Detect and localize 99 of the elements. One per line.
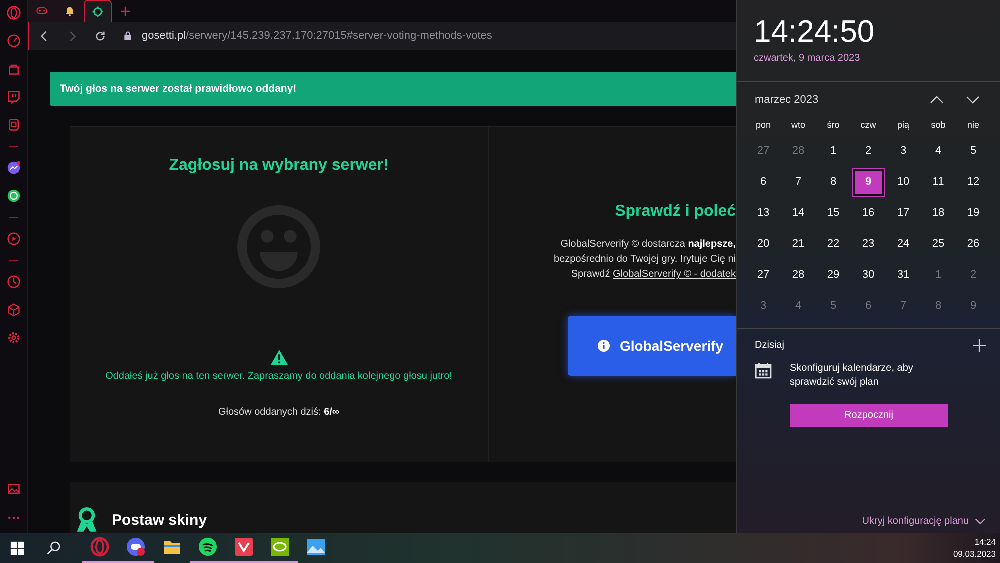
cube-icon[interactable] xyxy=(6,303,20,317)
success-alert: Twój głos na serwer został prawidłowo oddany! xyxy=(50,72,736,106)
shopping-bag-icon[interactable] xyxy=(6,62,20,76)
weekday-label: pią xyxy=(896,119,910,132)
calendar-day[interactable]: 11 xyxy=(921,167,956,198)
weekday-label: śro xyxy=(826,119,841,132)
promo-link[interactable]: GlobalServerify © - dodatek xyxy=(613,269,736,280)
chevron-down-icon[interactable] xyxy=(966,96,980,104)
opera-logo-icon[interactable] xyxy=(6,6,20,20)
clock-icon[interactable] xyxy=(6,275,20,289)
calendar-day[interactable]: 4 xyxy=(921,136,956,167)
calendar-day[interactable]: 18 xyxy=(921,198,956,229)
taskbar-clock[interactable]: 14:24 09.03.2023 xyxy=(953,536,1000,560)
calendar-day[interactable]: 7 xyxy=(781,167,816,198)
calendar-day[interactable]: 23 xyxy=(851,229,886,260)
gamepad-icon xyxy=(36,5,48,17)
calendar-day[interactable]: 31 xyxy=(886,260,921,291)
messenger-icon[interactable] xyxy=(6,161,20,175)
calendar-day[interactable]: 7 xyxy=(886,291,921,322)
lock-icon xyxy=(123,31,133,41)
calendar-icon xyxy=(755,362,772,379)
calendar-day[interactable]: 28 xyxy=(781,136,816,167)
browser-tab[interactable] xyxy=(84,0,112,22)
calendar-day[interactable]: 4 xyxy=(781,291,816,322)
calendar-day[interactable]: 8 xyxy=(816,167,851,198)
new-tab-icon[interactable] xyxy=(120,6,131,16)
chevron-down-icon[interactable] xyxy=(975,518,986,525)
chevron-up-icon[interactable] xyxy=(930,96,944,104)
browser-tab[interactable] xyxy=(56,0,84,22)
calendar-day[interactable]: 3 xyxy=(746,291,781,322)
start-button[interactable]: Rozpocznij xyxy=(790,404,948,427)
month-label: marzec 2023 xyxy=(755,94,820,106)
calendar-day[interactable]: 10 xyxy=(886,167,921,198)
calendar-day[interactable]: 5 xyxy=(956,136,991,167)
today-label: Dzisiaj xyxy=(755,340,784,351)
calendar-day[interactable]: 2 xyxy=(956,260,991,291)
vote-count-text: Głosów oddanych dziś: 6/∞ xyxy=(218,407,340,418)
calendar-day[interactable]: 16 xyxy=(851,198,886,229)
award-icon xyxy=(76,507,98,533)
weekday-label: sob xyxy=(930,119,947,132)
calendar-day[interactable]: 9 xyxy=(853,169,884,196)
calendar-day[interactable]: 21 xyxy=(781,229,816,260)
date-link[interactable]: czwartek, 9 marca 2023 xyxy=(754,53,1000,64)
info-icon xyxy=(598,340,610,352)
image-icon[interactable] xyxy=(6,482,20,496)
promo-paragraph: GlobalServerify © dostarcza najlepsze, bezpośrednio do Twojej gry. Irytuje Cię ni Sprawdź GlobalServerify © - dodatek xyxy=(554,238,736,282)
calendar-day[interactable]: 28 xyxy=(781,260,816,291)
calendar-day[interactable]: 3 xyxy=(886,136,921,167)
windows-start-icon[interactable] xyxy=(10,540,25,556)
calendar-day[interactable]: 6 xyxy=(746,167,781,198)
reload-icon[interactable] xyxy=(95,30,106,42)
calendar-day[interactable]: 29 xyxy=(816,260,851,291)
calendar-day[interactable]: 25 xyxy=(921,229,956,260)
calendar-day[interactable]: 6 xyxy=(851,291,886,322)
bell-icon xyxy=(64,5,76,17)
crosshair-icon xyxy=(92,6,104,18)
calendar-day[interactable]: 5 xyxy=(816,291,851,322)
photos-icon xyxy=(306,537,326,557)
calendar-day[interactable]: 2 xyxy=(851,136,886,167)
section-title: Postaw skiny xyxy=(112,512,208,529)
opera-logo-icon xyxy=(90,537,110,557)
calendar-day[interactable]: 13 xyxy=(746,198,781,229)
calendar-day[interactable]: 19 xyxy=(956,198,991,229)
calendar-day[interactable]: 15 xyxy=(816,198,851,229)
add-icon[interactable] xyxy=(973,339,986,352)
calendar-day[interactable]: 1 xyxy=(816,136,851,167)
calendar-day[interactable]: 12 xyxy=(956,167,991,198)
warning-message: Oddałeś już głos na ten serwer. Zapraszamy do oddania kolejnego głosu jutro! xyxy=(106,371,452,382)
calendar-day[interactable]: 17 xyxy=(886,198,921,229)
calendar-day[interactable]: 20 xyxy=(746,229,781,260)
calendar-day[interactable]: 24 xyxy=(886,229,921,260)
warning-icon xyxy=(270,349,288,366)
calendar-day[interactable]: 27 xyxy=(746,260,781,291)
spotify-icon xyxy=(198,537,218,557)
settings-icon[interactable] xyxy=(6,331,20,345)
calendar-setup-message: Skonfiguruj kalendarze, aby sprawdzić swój plan xyxy=(790,362,914,390)
twitch-icon[interactable] xyxy=(6,90,20,104)
weekday-label: pon xyxy=(754,119,772,132)
weekday-label: wto xyxy=(790,119,806,132)
weekday-label: czw xyxy=(860,119,878,132)
whatsapp-icon[interactable] xyxy=(6,189,20,203)
calendar-day[interactable]: 22 xyxy=(816,229,851,260)
search-icon[interactable] xyxy=(46,540,61,556)
play-icon[interactable] xyxy=(6,232,20,246)
calendar-day[interactable]: 8 xyxy=(921,291,956,322)
calendar-day[interactable]: 30 xyxy=(851,260,886,291)
chat-app-icon xyxy=(126,537,146,557)
hide-plan-link[interactable]: Ukryj konfigurację planu xyxy=(862,516,969,527)
globalserverify-button[interactable]: GlobalServerify xyxy=(568,316,736,376)
calendar-day[interactable]: 9 xyxy=(956,291,991,322)
section-title: Sprawdź i poleć xyxy=(615,203,736,221)
section-title: Zagłosuj na wybrany serwer! xyxy=(169,157,389,175)
calendar-day[interactable]: 26 xyxy=(956,229,991,260)
weekday-label: nie xyxy=(966,119,980,132)
calendar-day[interactable]: 27 xyxy=(746,136,781,167)
speedometer-icon[interactable] xyxy=(6,34,20,48)
calendar-day[interactable]: 1 xyxy=(921,260,956,291)
calendar-day[interactable]: 14 xyxy=(781,198,816,229)
clock-time: 14:24:50 xyxy=(754,14,876,50)
